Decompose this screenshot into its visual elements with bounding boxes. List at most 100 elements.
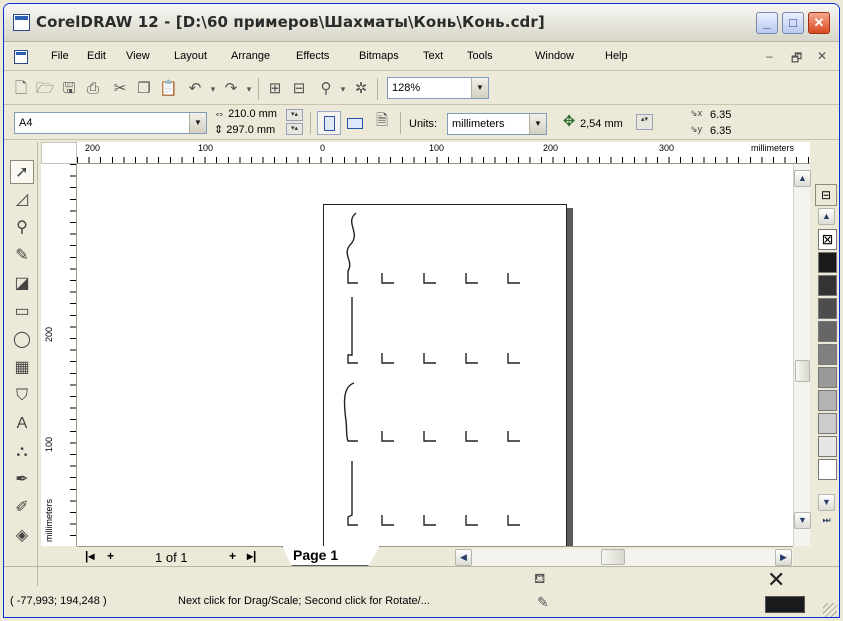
zoom-tool-icon[interactable]: ⚲: [10, 216, 34, 240]
coreldraw-app-icon[interactable]: [13, 14, 30, 31]
profile-mark[interactable]: [507, 273, 520, 284]
paste-icon[interactable]: 📋: [159, 80, 178, 98]
redo-icon[interactable]: ↷: [222, 80, 240, 98]
menu-bitmaps[interactable]: Bitmaps: [359, 50, 399, 62]
units-combo[interactable]: millimeters ▼: [447, 113, 547, 135]
graph-paper-tool-icon[interactable]: ▦: [10, 356, 34, 380]
new-icon[interactable]: 🗋: [12, 80, 30, 98]
palette-swatch[interactable]: [818, 390, 837, 411]
menu-edit[interactable]: Edit: [87, 50, 106, 62]
profile-mark[interactable]: [423, 515, 436, 526]
menu-layout[interactable]: Layout: [174, 50, 207, 62]
drawing-canvas[interactable]: [77, 164, 793, 546]
profile-mark[interactable]: [507, 353, 520, 364]
landscape-button[interactable]: [343, 111, 367, 135]
text-tool-icon[interactable]: A: [10, 412, 34, 436]
profile-mark[interactable]: [465, 431, 478, 442]
shape-tool-icon[interactable]: ◿: [10, 188, 34, 212]
menu-help[interactable]: Help: [605, 50, 628, 62]
maximize-button[interactable]: □: [782, 12, 804, 34]
profile-mark[interactable]: [507, 515, 520, 526]
interactive-blend-tool-icon[interactable]: ⛬: [10, 440, 34, 464]
profile-mark[interactable]: [465, 273, 478, 284]
scroll-up-button[interactable]: ▲: [794, 170, 811, 187]
palette-swatch[interactable]: [818, 344, 837, 365]
save-icon[interactable]: 🖫: [60, 80, 78, 98]
palette-swatch[interactable]: [818, 321, 837, 342]
profile-mark[interactable]: [381, 515, 394, 526]
profile-mark[interactable]: [507, 431, 520, 442]
launcher-dropdown-icon[interactable]: ▾: [334, 80, 352, 98]
menu-text[interactable]: Text: [423, 50, 443, 62]
apply-layout-icon[interactable]: 🗎: [373, 112, 391, 130]
palette-swatch[interactable]: [818, 413, 837, 434]
palette-swatch[interactable]: [818, 252, 837, 273]
document-icon[interactable]: [14, 50, 28, 64]
scroll-down-button[interactable]: ▼: [794, 512, 811, 529]
horizontal-scrollbar[interactable]: ◀ ▶: [455, 549, 793, 566]
ellipse-tool-icon[interactable]: ◯: [10, 328, 34, 352]
fill-color-swatch[interactable]: [765, 596, 805, 613]
menu-file[interactable]: File: [51, 50, 69, 62]
profile-mark[interactable]: [465, 353, 478, 364]
doc-close-button[interactable]: ✕: [817, 49, 827, 63]
fill-tool-icon[interactable]: ◈: [10, 524, 34, 548]
palette-expand-icon[interactable]: ⏭: [818, 513, 835, 530]
add-page-after-button[interactable]: +: [229, 549, 236, 563]
doc-restore-button[interactable]: 🗗: [791, 49, 802, 70]
open-icon[interactable]: 🗁: [36, 80, 55, 98]
app-launcher-icon[interactable]: ⚲: [317, 80, 335, 98]
close-button[interactable]: ✕: [808, 12, 830, 34]
profile-mark[interactable]: [381, 431, 394, 442]
rectangle-tool-icon[interactable]: ▭: [10, 300, 34, 324]
palette-swatch[interactable]: [818, 459, 837, 480]
document-page[interactable]: [323, 204, 567, 546]
horizontal-ruler[interactable]: 200 100 0 100 200 300 millimeters: [77, 142, 810, 164]
menu-tools[interactable]: Tools: [467, 50, 493, 62]
vertical-scrollbar[interactable]: ▲ ▼: [793, 164, 811, 546]
page-width-value[interactable]: 210.0 mm: [228, 108, 277, 120]
duplicate-y-value[interactable]: 6.35: [710, 125, 731, 137]
eyedropper-tool-icon[interactable]: ✒: [10, 468, 34, 492]
vertical-ruler[interactable]: 200 100 millimeters: [41, 164, 77, 546]
first-page-button[interactable]: |◂: [85, 549, 94, 563]
smart-fill-tool-icon[interactable]: ◪: [10, 272, 34, 296]
page-tab[interactable]: Page 1: [282, 546, 380, 566]
menu-window[interactable]: Window: [535, 50, 574, 62]
last-page-button[interactable]: ▸|: [247, 549, 256, 563]
profile-mark[interactable]: [423, 353, 436, 364]
profile-mark[interactable]: [423, 431, 436, 442]
vertical-scroll-thumb[interactable]: [795, 360, 810, 382]
nudge-distance-value[interactable]: 2,54 mm: [580, 118, 623, 130]
horizontal-scroll-thumb[interactable]: [601, 549, 625, 565]
page-height-value[interactable]: 297.0 mm: [226, 124, 275, 136]
scroll-right-button[interactable]: ▶: [775, 549, 792, 566]
profile-mark[interactable]: [465, 515, 478, 526]
chevron-down-icon[interactable]: ▼: [529, 114, 546, 134]
height-spinner[interactable]: ▾▴: [286, 123, 303, 135]
undo-icon[interactable]: ↶: [186, 80, 204, 98]
palette-swatch[interactable]: [818, 367, 837, 388]
print-icon[interactable]: ⎙: [84, 80, 102, 98]
menu-view[interactable]: View: [126, 50, 150, 62]
palette-swatch[interactable]: [818, 275, 837, 296]
basic-shapes-tool-icon[interactable]: ⛉: [10, 384, 34, 408]
outline-tool-icon[interactable]: ✐: [10, 496, 34, 520]
menu-arrange[interactable]: Arrange: [231, 50, 270, 62]
add-page-before-button[interactable]: +: [107, 549, 114, 563]
zoom-level-combo[interactable]: 128% ▼: [387, 77, 489, 99]
resize-grip[interactable]: [823, 603, 837, 617]
profile-mark[interactable]: [381, 273, 394, 284]
profile-mark[interactable]: [381, 353, 394, 364]
pick-tool-icon[interactable]: ➚: [10, 160, 34, 184]
ruler-origin[interactable]: [41, 142, 77, 164]
chess-knight-profiles[interactable]: [324, 205, 568, 546]
paper-type-combo[interactable]: A4 ▼: [14, 112, 207, 134]
palette-scroll-down-button[interactable]: ▼: [818, 494, 835, 511]
width-spinner[interactable]: ▾▴: [286, 109, 303, 121]
chevron-down-icon[interactable]: ▼: [471, 78, 488, 98]
doc-minimize-button[interactable]: –: [766, 49, 773, 63]
menu-effects[interactable]: Effects: [296, 50, 329, 62]
cut-icon[interactable]: ✂: [111, 80, 129, 98]
undo-dropdown-icon[interactable]: ▾: [204, 80, 222, 98]
